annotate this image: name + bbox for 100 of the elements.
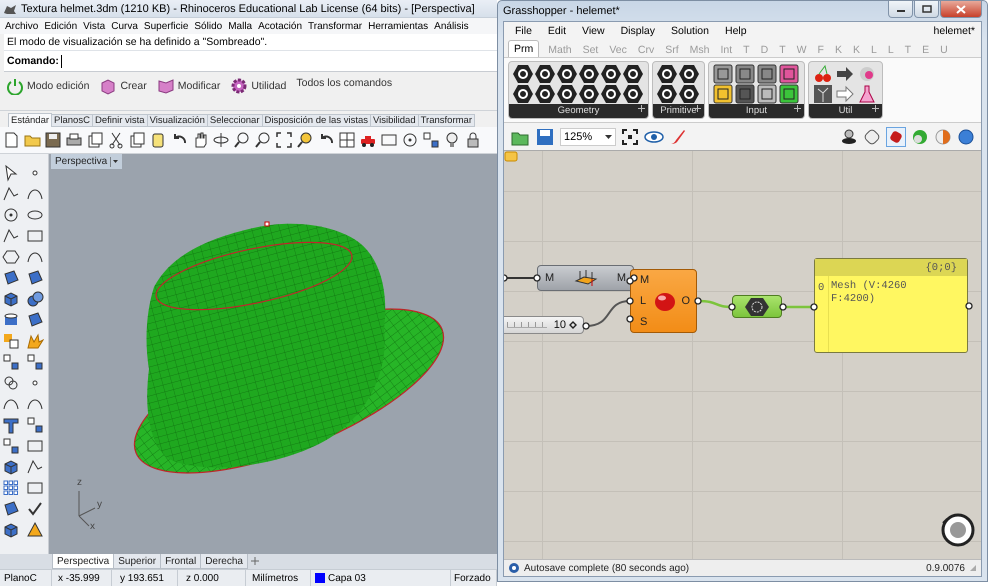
save-icon[interactable] <box>44 131 62 149</box>
menu-item[interactable]: Herramientas <box>368 20 428 32</box>
viewport-tab[interactable]: Frontal <box>160 554 202 569</box>
eye-icon[interactable] <box>644 130 664 144</box>
toolbar-tab[interactable]: Transformar <box>418 114 475 127</box>
status-field: z 0.000 <box>178 570 246 586</box>
spheres-icon[interactable] <box>26 290 44 308</box>
navigation-compass-icon[interactable] <box>941 513 975 547</box>
menu-item[interactable]: Superficie <box>144 20 188 32</box>
zoom-window-icon[interactable] <box>254 131 272 149</box>
check-icon[interactable] <box>26 500 44 518</box>
menu-item[interactable]: Edit <box>548 25 566 37</box>
menu-item[interactable]: Help <box>724 25 747 37</box>
status-field: x -35.999 <box>52 570 112 586</box>
menu-item[interactable]: Curva <box>111 20 138 32</box>
toolbar-tab[interactable]: PlanosC <box>51 114 93 127</box>
connector-pin-icon[interactable] <box>728 303 736 311</box>
box-icon[interactable] <box>2 458 20 476</box>
pyramid-icon[interactable] <box>26 521 44 539</box>
puzzle-icon[interactable] <box>2 332 20 350</box>
menu-item[interactable]: Display <box>620 25 656 37</box>
layer-name[interactable]: Capa 03 <box>328 572 366 584</box>
connector-pin-icon[interactable] <box>626 297 634 305</box>
cut-icon[interactable] <box>107 131 125 149</box>
dropdown-caret-icon <box>605 134 612 138</box>
toolbar-tab[interactable]: Visualización <box>146 114 208 127</box>
menu-item[interactable]: Análisis <box>434 20 469 32</box>
connector-pin-icon[interactable] <box>504 274 508 282</box>
copy-icon[interactable] <box>128 131 146 149</box>
group-label: Geometry <box>558 104 600 118</box>
polyline-icon[interactable] <box>2 185 20 203</box>
component-node[interactable]: M L S O <box>630 269 697 333</box>
folded-sheet-icon <box>156 77 175 95</box>
connector-pin-icon[interactable] <box>626 315 634 323</box>
toolbar-tab[interactable]: Visibilidad <box>370 114 419 127</box>
status-field: y 193.651 <box>112 570 178 586</box>
toolbar-tab[interactable]: Disposición de las vistas <box>262 114 371 127</box>
mesh-component[interactable]: M M <box>537 265 634 291</box>
menu-item[interactable]: Archivo <box>5 20 38 32</box>
connector-pin-icon[interactable] <box>626 277 634 285</box>
menu-item[interactable]: Vista <box>83 20 106 32</box>
menu-item[interactable]: Malla <box>228 20 252 32</box>
toolbar-button[interactable]: Modificar <box>156 77 224 95</box>
connector-pin-icon[interactable] <box>965 302 973 310</box>
surface-icon[interactable] <box>2 269 20 287</box>
menu-item[interactable]: Sólido <box>194 20 222 32</box>
menu-item[interactable]: View <box>582 25 605 37</box>
squares-icon[interactable] <box>422 131 440 149</box>
zoom-extents-icon[interactable] <box>275 131 293 149</box>
viewport[interactable]: Perspectiva z y x <box>49 154 497 554</box>
connector-pin-icon[interactable] <box>810 303 818 311</box>
sphere-icon[interactable] <box>957 128 975 146</box>
connector-pin-icon[interactable] <box>779 303 787 311</box>
hexagon-icon <box>745 296 769 316</box>
port-label: O <box>681 295 690 307</box>
circle-icon[interactable] <box>2 206 20 224</box>
zoom-selected-icon[interactable] <box>296 131 314 149</box>
orbit-icon[interactable] <box>212 131 230 149</box>
polygon-icon[interactable] <box>2 248 20 266</box>
number-slider[interactable]: 10 <box>504 316 584 334</box>
four-viewports-icon[interactable] <box>338 131 356 149</box>
zoom-dropdown[interactable]: 125% <box>560 128 616 146</box>
viewport-tab[interactable]: Perspectiva <box>52 554 114 569</box>
array-icon[interactable] <box>2 479 20 497</box>
cube-icon[interactable] <box>2 290 20 308</box>
toolbar-button[interactable]: Utilidad <box>230 77 290 95</box>
panel-node[interactable]: {0;0} 0 Mesh (V:4260 F:4200) <box>814 258 968 353</box>
circle-icon[interactable] <box>401 131 419 149</box>
text-icon[interactable] <box>2 416 20 434</box>
connector-pin-icon[interactable] <box>533 274 541 282</box>
zoom-extents-icon[interactable] <box>621 128 639 146</box>
connector-pin-icon[interactable] <box>582 322 590 330</box>
toolbar-tab[interactable]: Estándar <box>8 113 52 127</box>
component-tab[interactable]: Prm <box>508 40 540 57</box>
viewport-tab[interactable]: Derecha <box>200 554 248 569</box>
burst-icon[interactable] <box>26 332 44 350</box>
viewport-label[interactable]: Perspectiva <box>51 154 122 169</box>
toolbar-tab[interactable]: Seleccionar <box>206 114 262 127</box>
pages-icon[interactable] <box>86 131 104 149</box>
menu-item[interactable]: File <box>515 25 532 37</box>
mesh-component[interactable] <box>732 295 782 318</box>
half-sphere-icon[interactable] <box>934 128 952 146</box>
toolbar-tab[interactable]: Definir vista <box>92 114 148 127</box>
minimize-button[interactable] <box>888 1 913 18</box>
menu-item[interactable]: Solution <box>671 25 709 37</box>
hexagon-icon <box>601 64 621 84</box>
toolbar-button[interactable]: Crear <box>99 77 151 95</box>
circles-icon[interactable] <box>2 374 20 392</box>
zoom-icon[interactable] <box>233 131 251 149</box>
toolbar-button[interactable]: Todos los comandos <box>296 77 396 89</box>
close-button[interactable] <box>940 1 982 18</box>
canvas[interactable]: M M M L S O 10 {0;0} 0 Mesh (V:4260 F:4200) <box>504 151 981 559</box>
connector-pin-icon[interactable] <box>694 297 702 305</box>
viewport-tab[interactable]: Superior <box>113 554 162 569</box>
menu-item[interactable]: Acotación <box>258 20 302 32</box>
toolbar-button[interactable]: Modo edición <box>6 77 94 95</box>
maximize-button[interactable] <box>914 1 939 18</box>
menu-item[interactable]: Transformar <box>308 20 362 32</box>
menu-item[interactable]: Edición <box>44 20 78 32</box>
brush-icon[interactable] <box>669 128 687 146</box>
